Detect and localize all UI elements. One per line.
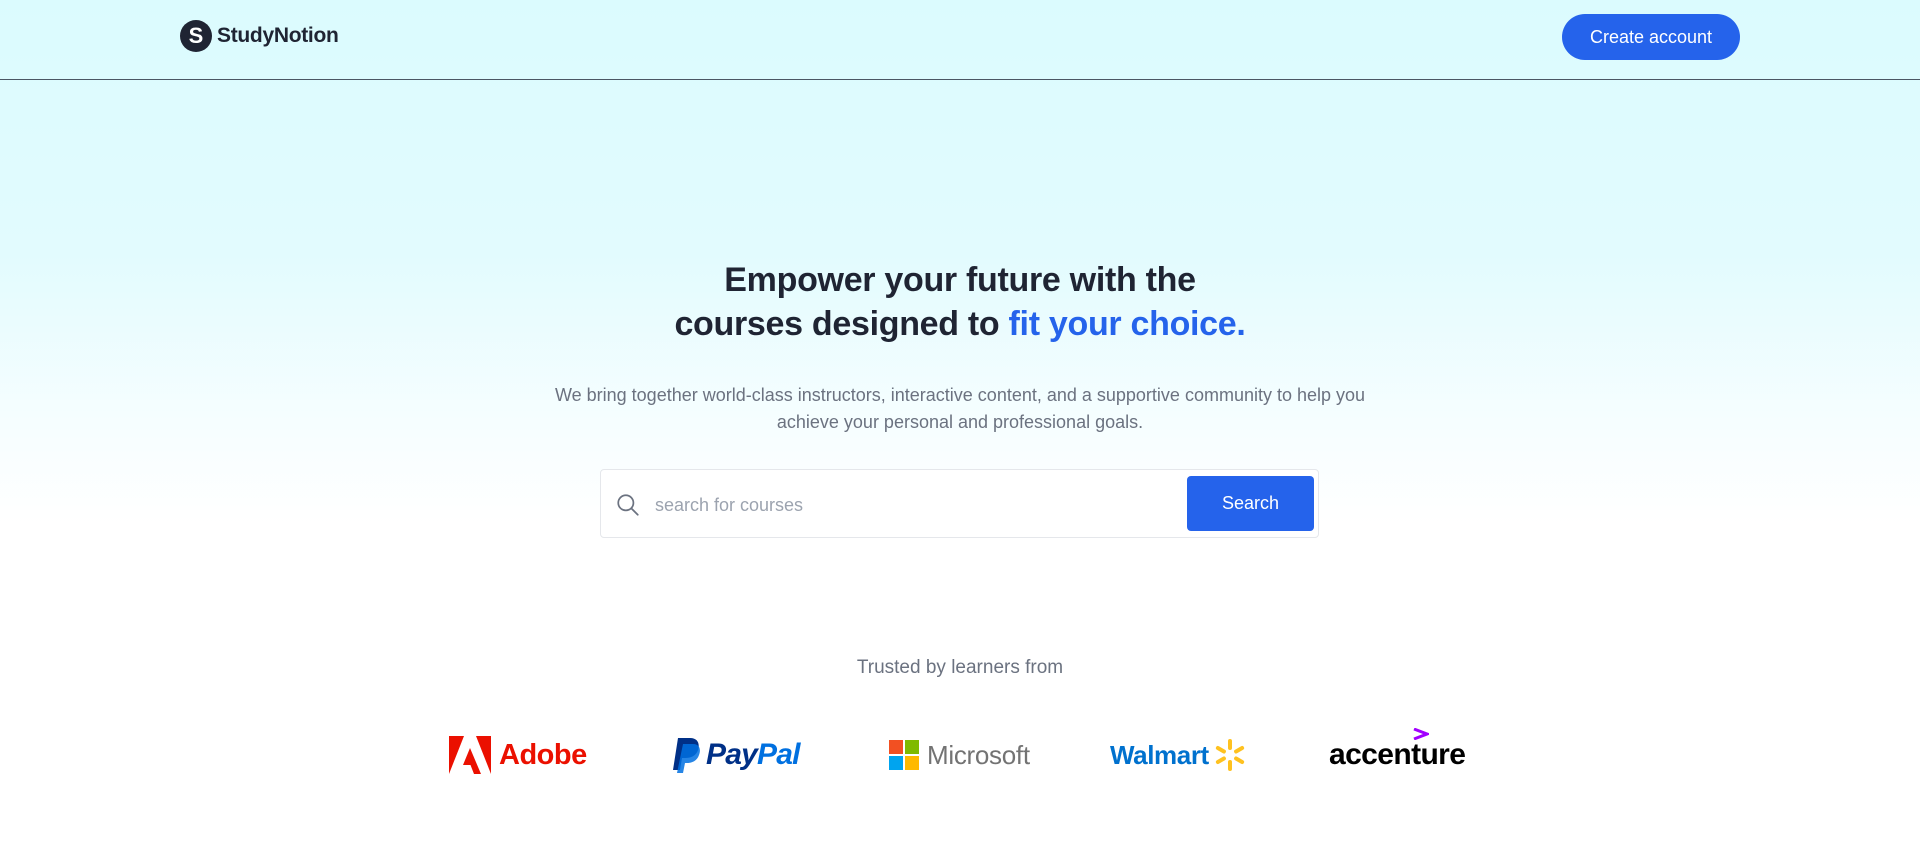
microsoft-mark-icon bbox=[889, 740, 919, 770]
create-account-button[interactable]: Create account bbox=[1562, 14, 1740, 60]
accenture-wordmark-text: accenture bbox=[1329, 738, 1466, 771]
hero-title-line2-prefix: courses designed to bbox=[674, 305, 1009, 343]
accenture-chevron-icon bbox=[1413, 728, 1429, 740]
hero-subtitle: We bring together world-class instructor… bbox=[554, 385, 1366, 432]
top-navbar: S StudyNotion Create account bbox=[0, 0, 1920, 80]
microsoft-wordmark: Microsoft bbox=[927, 739, 1030, 770]
paypal-mark-icon bbox=[673, 738, 700, 773]
paypal-wordmark-pay: Pay bbox=[706, 738, 758, 771]
course-search-bar: Search bbox=[600, 469, 1319, 538]
adobe-wordmark: Adobe bbox=[499, 738, 587, 771]
search-icon bbox=[617, 494, 639, 516]
hero-title-line1: Empower your future with the bbox=[724, 261, 1196, 299]
brand-logo-icon: S bbox=[180, 20, 212, 52]
brand-name: StudyNotion bbox=[217, 24, 339, 47]
brand-initial: S bbox=[188, 23, 204, 48]
adobe-logo: Adobe bbox=[449, 730, 587, 780]
trusted-heading: Trusted by learners from bbox=[856, 657, 1064, 678]
hero-title-accent: fit your choice. bbox=[1008, 305, 1246, 343]
search-input[interactable] bbox=[653, 488, 1177, 522]
search-button[interactable]: Search bbox=[1187, 476, 1314, 531]
accenture-logo: accenture bbox=[1329, 728, 1466, 780]
adobe-mark-icon bbox=[449, 736, 491, 774]
brand[interactable]: S StudyNotion bbox=[180, 20, 339, 52]
microsoft-logo: Microsoft bbox=[889, 730, 1030, 780]
accenture-wordmark: accenture bbox=[1329, 728, 1466, 772]
hero-title: Empower your future with the courses des… bbox=[0, 258, 1920, 346]
walmart-spark-icon bbox=[1215, 739, 1244, 771]
walmart-wordmark: Walmart bbox=[1110, 739, 1209, 770]
paypal-wordmark-pal: Pal bbox=[756, 738, 800, 771]
paypal-wordmark: PayPal bbox=[706, 738, 800, 772]
walmart-logo: Walmart bbox=[1110, 730, 1247, 780]
paypal-logo: PayPal bbox=[670, 730, 800, 780]
